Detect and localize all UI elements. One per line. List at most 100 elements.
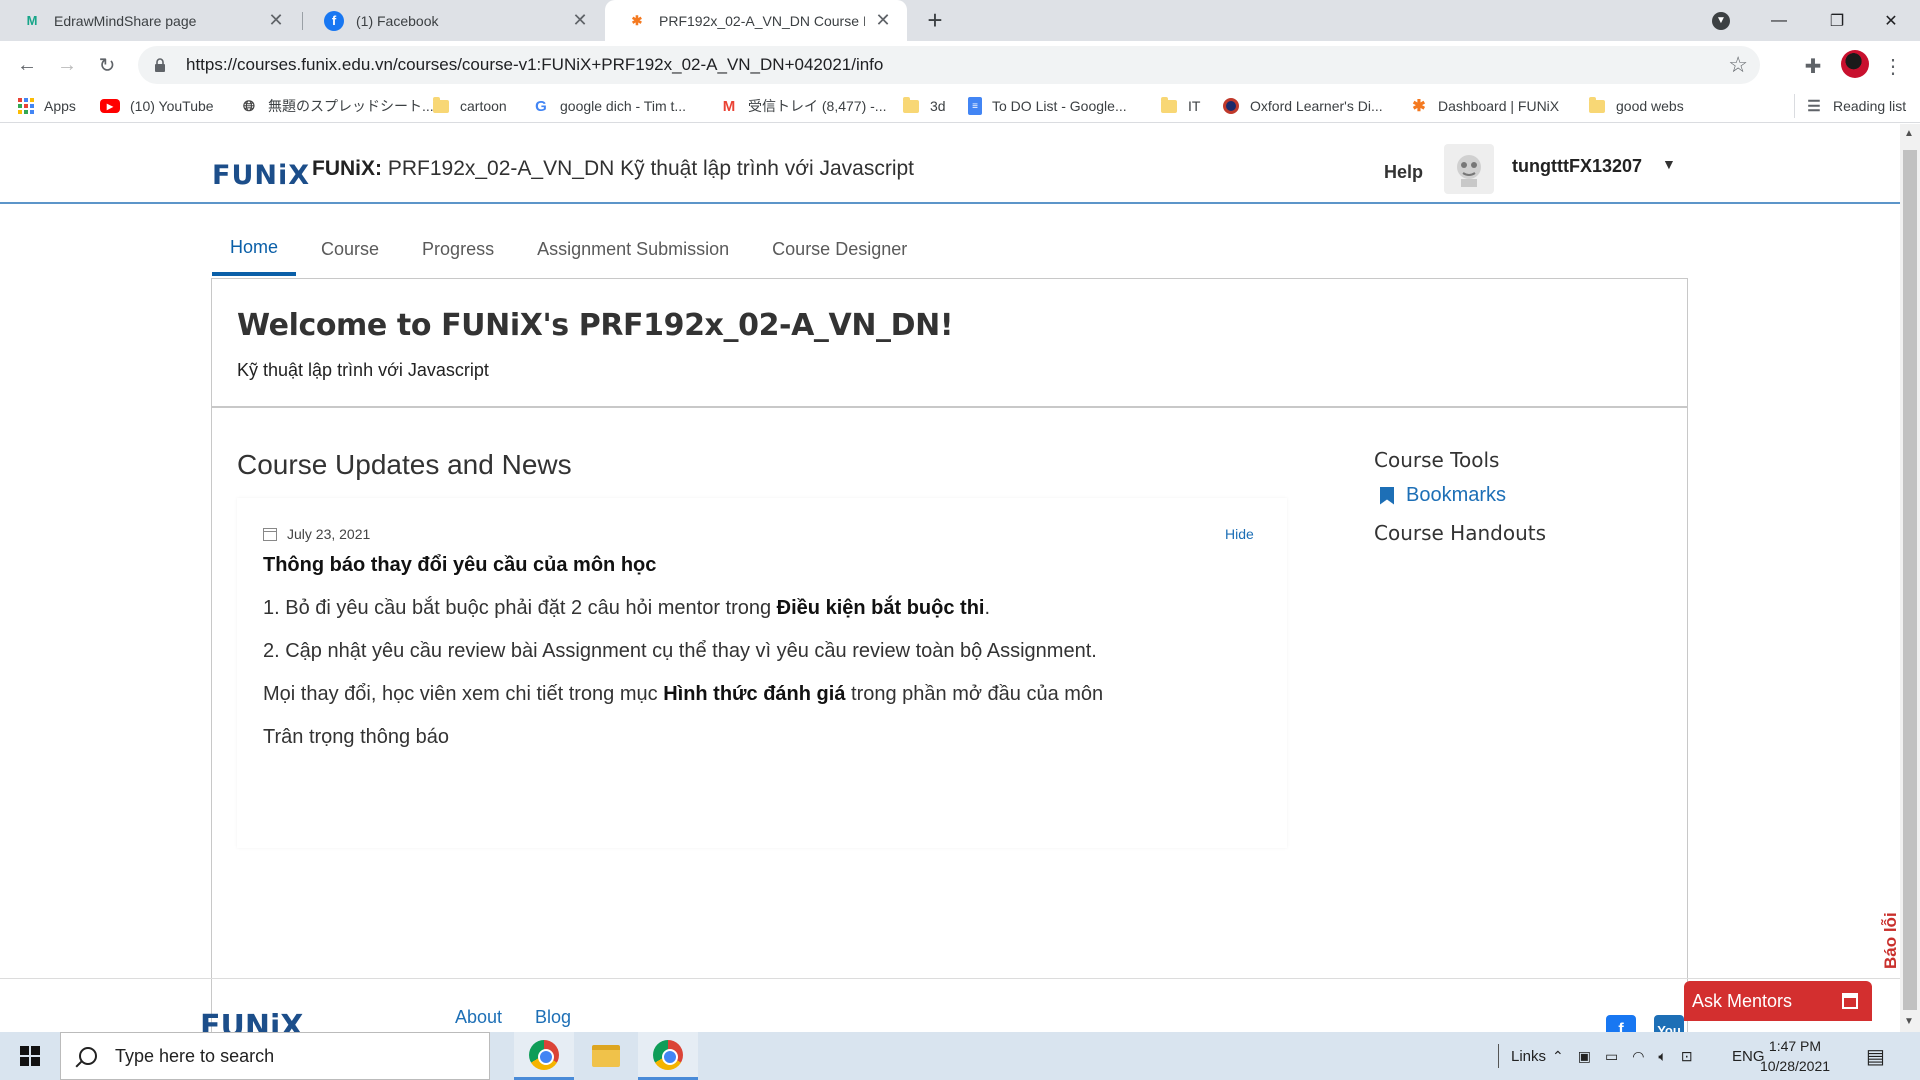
folder-icon (902, 96, 920, 114)
minimize-chat-icon[interactable] (1842, 993, 1858, 1009)
new-tab-button[interactable]: + (920, 6, 950, 36)
chrome-icon (653, 1039, 683, 1070)
extensions-puzzle-icon[interactable]: ✚ (1800, 53, 1826, 79)
hide-update-link[interactable]: Hide (1225, 526, 1254, 542)
welcome-box: Welcome to FUNiX's PRF192x_02-A_VN_DN! K… (211, 278, 1688, 408)
footer-logo[interactable]: FUNiX (200, 1009, 303, 1032)
bookmark-funix-dashboard[interactable]: ✱ Dashboard | FUNiX (1410, 94, 1559, 118)
minimize-icon[interactable]: — (1750, 0, 1808, 41)
bookmark-star-icon[interactable]: ☆ (1728, 52, 1748, 78)
google-icon: G (535, 97, 547, 115)
tab-home[interactable]: Home (212, 222, 297, 276)
page-content: FUNiX FUNiX: PRF192x_02-A_VN_DN Kỹ thuật… (0, 124, 1900, 1032)
scroll-up-icon[interactable]: ▲ (1904, 128, 1914, 139)
taskbar-search[interactable]: Type here to search (60, 1032, 490, 1080)
youtube-icon[interactable]: You (1654, 1015, 1684, 1032)
bookmark-ribbon-icon (1380, 486, 1394, 505)
address-bar[interactable]: https://courses.funix.edu.vn/courses/cou… (138, 46, 1760, 84)
back-icon[interactable]: ← (11, 49, 43, 81)
taskbar-chrome-profile[interactable] (638, 1032, 698, 1080)
footer-about-link[interactable]: About (455, 1007, 502, 1028)
windows-logo-icon (20, 1046, 40, 1066)
battery-icon[interactable]: ▭ (1605, 1048, 1618, 1065)
tray-links[interactable]: Links (1498, 1032, 1546, 1080)
tab-edrawmind[interactable]: M EdrawMindShare page ✕ (0, 0, 300, 41)
scroll-down-icon[interactable]: ▼ (1904, 1016, 1914, 1027)
update-paragraph-2: 2. Cập nhật yêu cầu review bài Assignmen… (263, 640, 1097, 662)
bookmarks-bar: Apps ▶ (10) YouTube 🌐︎ 無題のスプレッドシート... ca… (0, 89, 1920, 123)
taskbar-chrome[interactable] (514, 1032, 574, 1080)
funix-icon: ✱ (631, 12, 643, 28)
bookmark-cartoon[interactable]: cartoon (432, 94, 507, 118)
avatar[interactable] (1444, 144, 1494, 194)
bookmark-it[interactable]: IT (1160, 94, 1200, 118)
apps-grid-icon (18, 98, 34, 114)
user-menu-caret-icon[interactable]: ▼ (1662, 156, 1676, 172)
reading-list-button[interactable]: ☰ Reading list (1794, 94, 1906, 118)
bookmark-youtube[interactable]: ▶ (10) YouTube (100, 94, 214, 118)
course-info-box: Course Updates and News July 23, 2021 Hi… (211, 408, 1688, 1032)
bookmark-google-dich[interactable]: G google dich - Tim t... (532, 94, 686, 118)
update-date: July 23, 2021 (263, 526, 370, 542)
user-avatar-icon (1457, 155, 1481, 187)
reading-list-icon: ☰ (1807, 98, 1821, 115)
clock[interactable]: 1:47 PM 10/28/2021 (1750, 1036, 1840, 1076)
gmail-icon: M (722, 97, 736, 115)
tab-funix-course[interactable]: ✱ PRF192x_02-A_VN_DN Course In ✕ (605, 0, 907, 41)
close-tab-icon[interactable]: ✕ (266, 10, 286, 31)
welcome-subtitle: Kỹ thuật lập trình với Javascript (237, 360, 489, 380)
course-tools-heading: Course Tools (1374, 448, 1500, 472)
tab-search-icon[interactable]: ▼ (1692, 0, 1750, 41)
profile-avatar[interactable] (1841, 50, 1869, 78)
bookmark-good-webs[interactable]: good webs (1588, 94, 1684, 118)
browser-menu-icon[interactable]: ⋮ (1880, 53, 1906, 79)
updates-heading: Course Updates and News (237, 449, 572, 480)
tab-assignment-submission[interactable]: Assignment Submission (519, 222, 747, 276)
page-scrollbar[interactable]: ▲ ▼ (1900, 124, 1920, 1032)
wifi-icon[interactable]: ◠ (1632, 1048, 1644, 1065)
username[interactable]: tungtttFX13207 (1512, 156, 1642, 177)
tab-progress[interactable]: Progress (404, 222, 512, 276)
tab-facebook[interactable]: f (1) Facebook ✕ (302, 0, 604, 41)
update-card: July 23, 2021 Hide Thông báo thay đổi yê… (237, 498, 1287, 848)
update-paragraph-4: Trân trọng thông báo (263, 726, 450, 748)
maximize-icon[interactable]: ❐ (1808, 0, 1866, 41)
course-tools-sidebar: Course Tools Bookmarks Course Handouts (1374, 448, 1546, 545)
volume-icon[interactable]: 🔈︎ (1658, 1048, 1666, 1065)
close-tab-icon[interactable]: ✕ (570, 10, 590, 31)
course-handouts-heading: Course Handouts (1374, 521, 1547, 545)
search-icon (79, 1047, 97, 1065)
tab-course[interactable]: Course (303, 222, 397, 276)
bookmark-apps[interactable]: Apps (18, 94, 76, 118)
close-tab-icon[interactable]: ✕ (873, 10, 893, 31)
browser-toolbar: ← → ↻ https://courses.funix.edu.vn/cours… (0, 41, 1920, 89)
bookmark-gmail[interactable]: M 受信トレイ (8,477) -... (720, 94, 887, 118)
taskbar-file-explorer[interactable] (576, 1032, 636, 1080)
chevron-up-icon[interactable]: ⌃ (1552, 1048, 1564, 1065)
folder-icon (1588, 96, 1606, 114)
bookmark-spreadsheet[interactable]: 🌐︎ 無題のスプレッドシート... (240, 94, 434, 118)
reload-icon[interactable]: ↻ (91, 49, 123, 81)
folder-icon (432, 96, 450, 114)
tab-course-designer[interactable]: Course Designer (754, 222, 925, 276)
notifications-icon[interactable]: ▤ (1866, 1032, 1885, 1080)
network-icon[interactable]: ▣ (1578, 1048, 1591, 1065)
onedrive-icon[interactable]: ⊡ (1681, 1048, 1693, 1065)
welcome-title: Welcome to FUNiX's PRF192x_02-A_VN_DN! (237, 308, 954, 343)
bookmark-oxford[interactable]: Oxford Learner's Di... (1222, 94, 1383, 118)
facebook-icon[interactable]: f (1606, 1015, 1636, 1032)
forward-icon[interactable]: → (51, 49, 83, 81)
funix-logo[interactable]: FUNiX (212, 160, 310, 191)
bookmarks-link[interactable]: Bookmarks (1374, 484, 1546, 507)
browser-tab-strip: M EdrawMindShare page ✕ f (1) Facebook ✕… (0, 0, 1920, 41)
start-button[interactable] (0, 1032, 60, 1080)
close-window-icon[interactable]: ✕ (1862, 0, 1920, 41)
lock-icon (154, 58, 166, 72)
bookmark-todo-list[interactable]: ≡ To DO List - Google... (968, 94, 1127, 118)
bookmark-3d[interactable]: 3d (902, 94, 946, 118)
scrollbar-thumb[interactable] (1903, 150, 1917, 1010)
footer-blog-link[interactable]: Blog (535, 1007, 571, 1028)
help-link[interactable]: Help (1384, 162, 1423, 183)
ask-mentors-button[interactable]: Ask Mentors (1684, 981, 1872, 1021)
update-paragraph-3: Mọi thay đổi, học viên xem chi tiết tron… (263, 683, 1104, 705)
